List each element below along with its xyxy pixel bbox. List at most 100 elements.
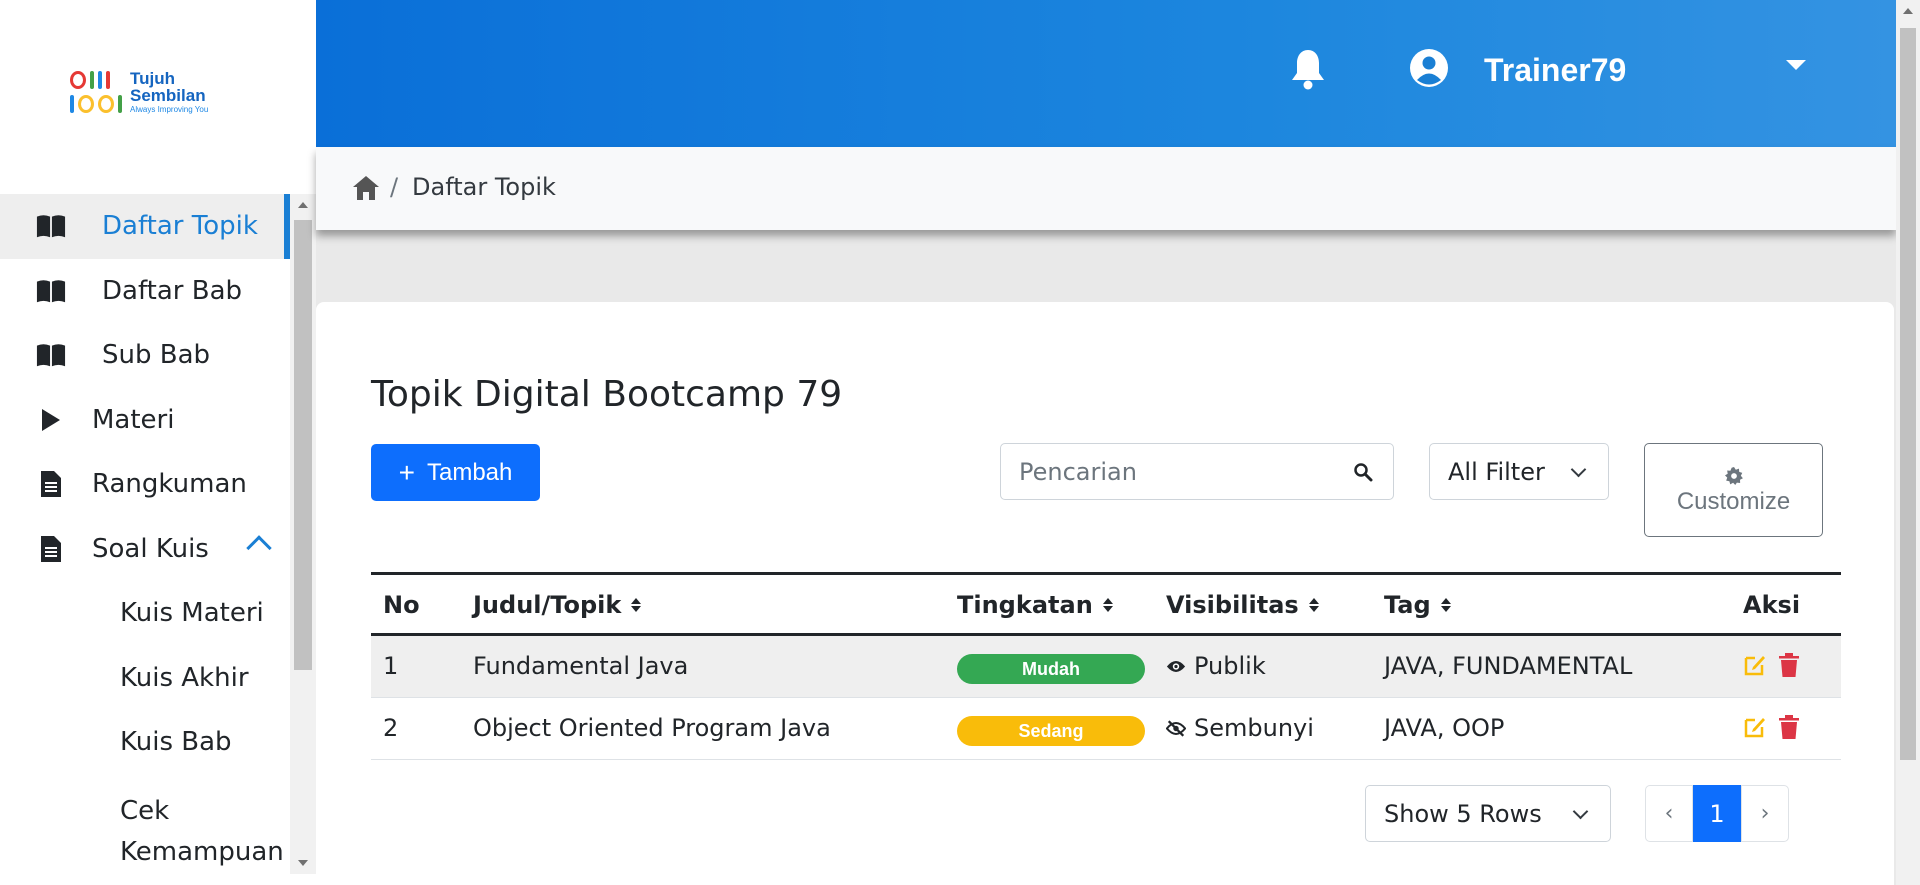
pagination-page-1[interactable]: 1 <box>1693 785 1741 842</box>
cell-judul: Object Oriented Program Java <box>473 714 831 742</box>
cell-tag: JAVA, FUNDAMENTAL <box>1384 652 1633 680</box>
scrollbar-thumb[interactable] <box>294 220 312 670</box>
customize-label: Customize <box>1676 488 1791 515</box>
sidebar-subitem-label: Cek Kemampuan <box>120 795 284 867</box>
row-actions <box>1743 652 1801 678</box>
play-icon <box>36 405 66 435</box>
table-row: 2 Object Oriented Program Java Sedang Se… <box>371 698 1841 760</box>
eye-icon <box>1166 660 1186 672</box>
search-input[interactable] <box>1019 456 1339 488</box>
add-button[interactable]: + Tambah <box>371 444 540 501</box>
cell-judul: Fundamental Java <box>473 652 689 680</box>
content-card: Topik Digital Bootcamp 79 + Tambah All F… <box>316 302 1894 885</box>
filter-selected: All Filter <box>1448 457 1545 486</box>
sort-icon[interactable] <box>1102 598 1113 612</box>
scrollbar-thumb[interactable] <box>1900 28 1916 760</box>
customize-button[interactable]: Customize <box>1644 443 1823 537</box>
table-row: 1 Fundamental Java Mudah Publik JAVA, FU… <box>371 636 1841 698</box>
trash-icon[interactable] <box>1777 714 1801 740</box>
table-header: No Judul/Topik Tingkatan Visibilitas Tag… <box>371 572 1841 636</box>
cell-visibilitas: Publik <box>1166 652 1266 680</box>
username[interactable]: Trainer79 <box>1484 52 1626 89</box>
column-header-visibilitas[interactable]: Visibilitas <box>1166 591 1319 619</box>
rows-per-page-select[interactable]: Show 5 Rows <box>1365 785 1611 842</box>
breadcrumb: / Daftar Topik <box>316 147 1896 230</box>
cell-visibilitas: Sembunyi <box>1166 714 1314 742</box>
filter-select[interactable]: All Filter <box>1429 443 1609 500</box>
sidebar-subitem-label: Kuis Bab <box>120 727 232 758</box>
logo-tagline: Always Improving You <box>130 105 209 114</box>
gear-icon <box>1724 464 1743 485</box>
pagination-next[interactable]: › <box>1741 785 1789 842</box>
topics-table: No Judul/Topik Tingkatan Visibilitas Tag… <box>371 572 1841 760</box>
chevron-up-icon[interactable] <box>246 534 272 561</box>
sort-icon[interactable] <box>1308 598 1319 612</box>
sidebar-subitem-kuis-bab[interactable]: Kuis Bab <box>0 710 290 775</box>
bell-icon[interactable] <box>1290 48 1326 90</box>
sort-icon[interactable] <box>631 598 642 612</box>
sidebar-item-label: Sub Bab <box>102 340 211 371</box>
top-header: Trainer79 <box>316 0 1896 147</box>
book-open-icon <box>36 340 66 370</box>
edit-icon[interactable] <box>1743 714 1767 740</box>
edit-icon[interactable] <box>1743 652 1767 678</box>
scroll-up-arrow-icon[interactable] <box>1903 8 1913 14</box>
sidebar-subitem-cek-kemampuan[interactable]: Cek Kemampuan <box>0 775 290 867</box>
sidebar-subitem-kuis-materi[interactable]: Kuis Materi <box>0 581 290 646</box>
rows-per-page-selected: Show 5 Rows <box>1384 799 1542 828</box>
caret-down-icon[interactable] <box>1786 60 1806 70</box>
breadcrumb-current: Daftar Topik <box>412 173 556 201</box>
search-icon[interactable] <box>1353 462 1373 482</box>
sidebar-subitem-label: Kuis Akhir <box>120 662 249 693</box>
add-button-label: Tambah <box>426 458 513 486</box>
column-header-no: No <box>383 591 420 619</box>
column-header-aksi: Aksi <box>1743 591 1801 619</box>
company-logo[interactable]: Tujuh Sembilan Always Improving You <box>70 68 230 116</box>
logo-mark <box>70 71 122 113</box>
level-badge: Mudah <box>957 654 1145 684</box>
file-text-icon <box>36 469 66 499</box>
level-badge: Sedang <box>957 716 1145 746</box>
column-header-judul[interactable]: Judul/Topik <box>473 591 642 619</box>
trash-icon[interactable] <box>1777 652 1801 678</box>
sidebar-item-daftar-topik[interactable]: Daftar Topik <box>0 194 290 259</box>
sidebar-item-label: Soal Kuis <box>92 533 209 564</box>
sidebar-item-label: Daftar Bab <box>102 275 243 306</box>
sidebar-item-daftar-bab[interactable]: Daftar Bab <box>0 259 290 324</box>
sidebar: Tujuh Sembilan Always Improving You Daft… <box>0 0 316 885</box>
sidebar-item-rangkuman[interactable]: Rangkuman <box>0 452 290 517</box>
home-icon[interactable] <box>352 175 380 201</box>
sidebar-item-soal-kuis[interactable]: Soal Kuis <box>0 517 290 582</box>
sidebar-item-materi[interactable]: Materi <box>0 388 290 453</box>
logo-text-line2: Sembilan <box>130 86 206 105</box>
file-text-icon <box>36 534 66 564</box>
page-title: Topik Digital Bootcamp 79 <box>371 374 843 415</box>
book-open-icon <box>36 211 66 241</box>
eye-slash-icon <box>1166 719 1186 737</box>
logo-text-line1: Tujuh <box>130 69 175 88</box>
page-scrollbar[interactable] <box>1896 0 1920 885</box>
search-box <box>1000 443 1394 500</box>
cell-no: 2 <box>383 714 399 742</box>
sidebar-subitem-kuis-akhir[interactable]: Kuis Akhir <box>0 646 290 711</box>
sidebar-subitem-label: Kuis Materi <box>120 598 264 629</box>
row-actions <box>1743 714 1801 740</box>
sidebar-item-sub-bab[interactable]: Sub Bab <box>0 323 290 388</box>
breadcrumb-separator: / <box>390 173 399 201</box>
sidebar-item-label: Materi <box>92 404 175 435</box>
pagination-prev[interactable]: ‹ <box>1645 785 1693 842</box>
column-header-tingkatan[interactable]: Tingkatan <box>957 591 1113 619</box>
pagination: ‹ 1 › <box>1645 785 1789 842</box>
chevron-down-icon <box>1572 803 1589 820</box>
scroll-down-arrow-icon[interactable] <box>298 860 308 866</box>
sort-icon[interactable] <box>1440 598 1451 612</box>
sidebar-nav: Daftar Topik Daftar Bab Sub Bab Materi R… <box>0 194 290 874</box>
book-open-icon <box>36 276 66 306</box>
user-circle-icon[interactable] <box>1410 49 1448 87</box>
column-header-tag[interactable]: Tag <box>1384 591 1451 619</box>
sidebar-scrollbar[interactable] <box>290 194 316 874</box>
chevron-down-icon <box>1570 461 1587 478</box>
scroll-up-arrow-icon[interactable] <box>298 202 308 208</box>
sidebar-item-label: Rangkuman <box>92 469 247 500</box>
cell-tag: JAVA, OOP <box>1384 714 1505 742</box>
